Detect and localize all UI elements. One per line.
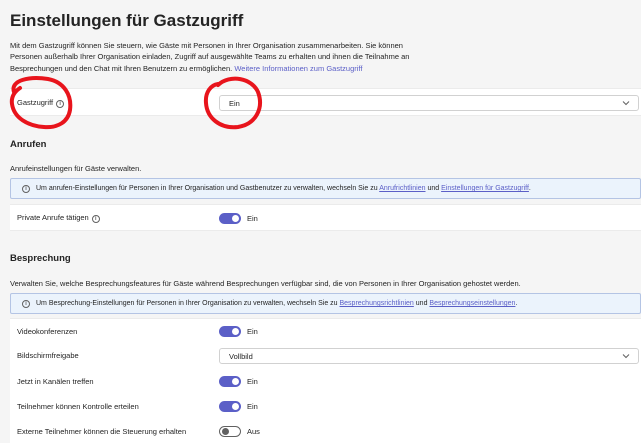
annotation-circle-guest-access-value — [203, 76, 262, 130]
red-annotation-overlay — [9, 76, 262, 130]
annotation-circle-guest-access — [9, 76, 73, 130]
